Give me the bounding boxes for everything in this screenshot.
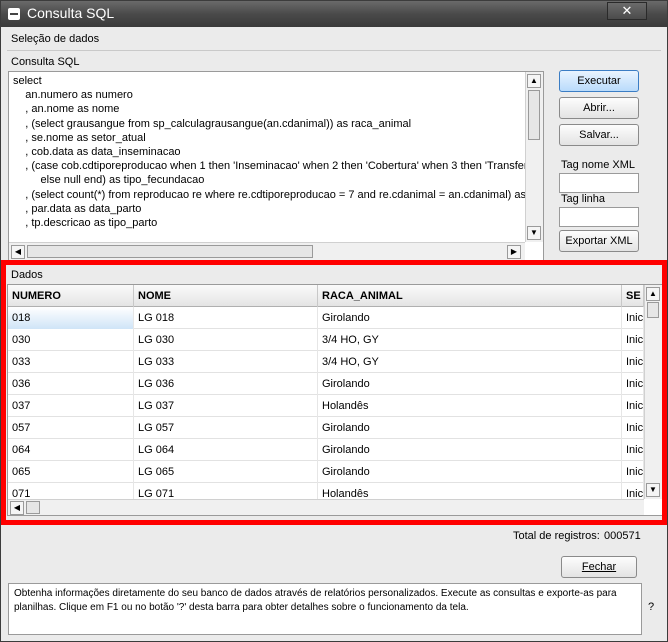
scroll-thumb[interactable] bbox=[528, 90, 540, 140]
sql-line: else null end) as tipo_fecundacao bbox=[13, 174, 205, 187]
salvar-button[interactable]: Salvar... bbox=[559, 124, 639, 146]
exportar-xml-button[interactable]: Exportar XML bbox=[559, 230, 639, 252]
sql-line: , tp.descricao as tipo_parto bbox=[13, 217, 158, 230]
consulta-sql-window: Consulta SQL ✕ Seleção de dados Consulta… bbox=[0, 0, 668, 642]
sql-editor[interactable]: select an.numero as numero , an.nome as … bbox=[8, 71, 544, 261]
sql-line: select bbox=[13, 75, 42, 87]
window-title: Consulta SQL bbox=[27, 5, 115, 21]
tag-nome-xml-label: Tag nome XML bbox=[561, 159, 635, 171]
sql-line: , (select grausangue from sp_calculagrau… bbox=[13, 117, 412, 130]
scroll-left-icon[interactable]: ◀ bbox=[11, 245, 25, 259]
sql-line: , cob.data as data_inseminacao bbox=[13, 146, 181, 159]
sql-query-text[interactable]: select an.numero as numero , an.nome as … bbox=[9, 72, 525, 242]
executar-button[interactable]: Executar bbox=[559, 70, 639, 92]
info-panel: Obtenha informações diretamente do seu b… bbox=[8, 583, 642, 635]
sql-line: , (select count(*) from reproducao re wh… bbox=[13, 188, 525, 201]
scroll-right-icon[interactable]: ▶ bbox=[507, 245, 521, 259]
title-bar[interactable]: Consulta SQL ✕ bbox=[1, 1, 667, 27]
sql-line: , (case cob.cdtiporeproducao when 1 then… bbox=[13, 160, 525, 173]
abrir-button[interactable]: Abrir... bbox=[559, 97, 639, 119]
sql-line: , se.nome as setor_atual bbox=[13, 131, 146, 144]
total-registros-label: Total de registros: bbox=[513, 530, 600, 542]
highlight-frame bbox=[1, 260, 667, 525]
help-button[interactable]: ? bbox=[648, 601, 654, 613]
scroll-up-icon[interactable]: ▲ bbox=[527, 74, 541, 88]
close-button[interactable]: ✕ bbox=[607, 2, 647, 20]
fechar-button[interactable]: Fechar bbox=[561, 556, 637, 578]
sql-line: , an.nome as nome bbox=[13, 103, 120, 116]
scroll-thumb[interactable] bbox=[27, 245, 313, 258]
sql-horizontal-scrollbar[interactable]: ◀ ▶ bbox=[9, 242, 525, 260]
sql-line: an.numero as numero bbox=[13, 89, 133, 102]
tag-nome-xml-input[interactable] bbox=[559, 173, 639, 193]
scroll-down-icon[interactable]: ▼ bbox=[527, 226, 541, 240]
total-registros-value: 000571 bbox=[604, 530, 641, 542]
sql-group-label: Consulta SQL bbox=[11, 56, 80, 68]
sql-line: , par.data as data_parto bbox=[13, 202, 142, 215]
sql-vertical-scrollbar[interactable]: ▲ ▼ bbox=[525, 72, 543, 242]
system-menu-icon[interactable] bbox=[8, 8, 20, 20]
tag-linha-input[interactable] bbox=[559, 207, 639, 227]
section-header: Seleção de dados bbox=[7, 31, 661, 51]
tag-linha-label: Tag linha bbox=[561, 193, 606, 205]
